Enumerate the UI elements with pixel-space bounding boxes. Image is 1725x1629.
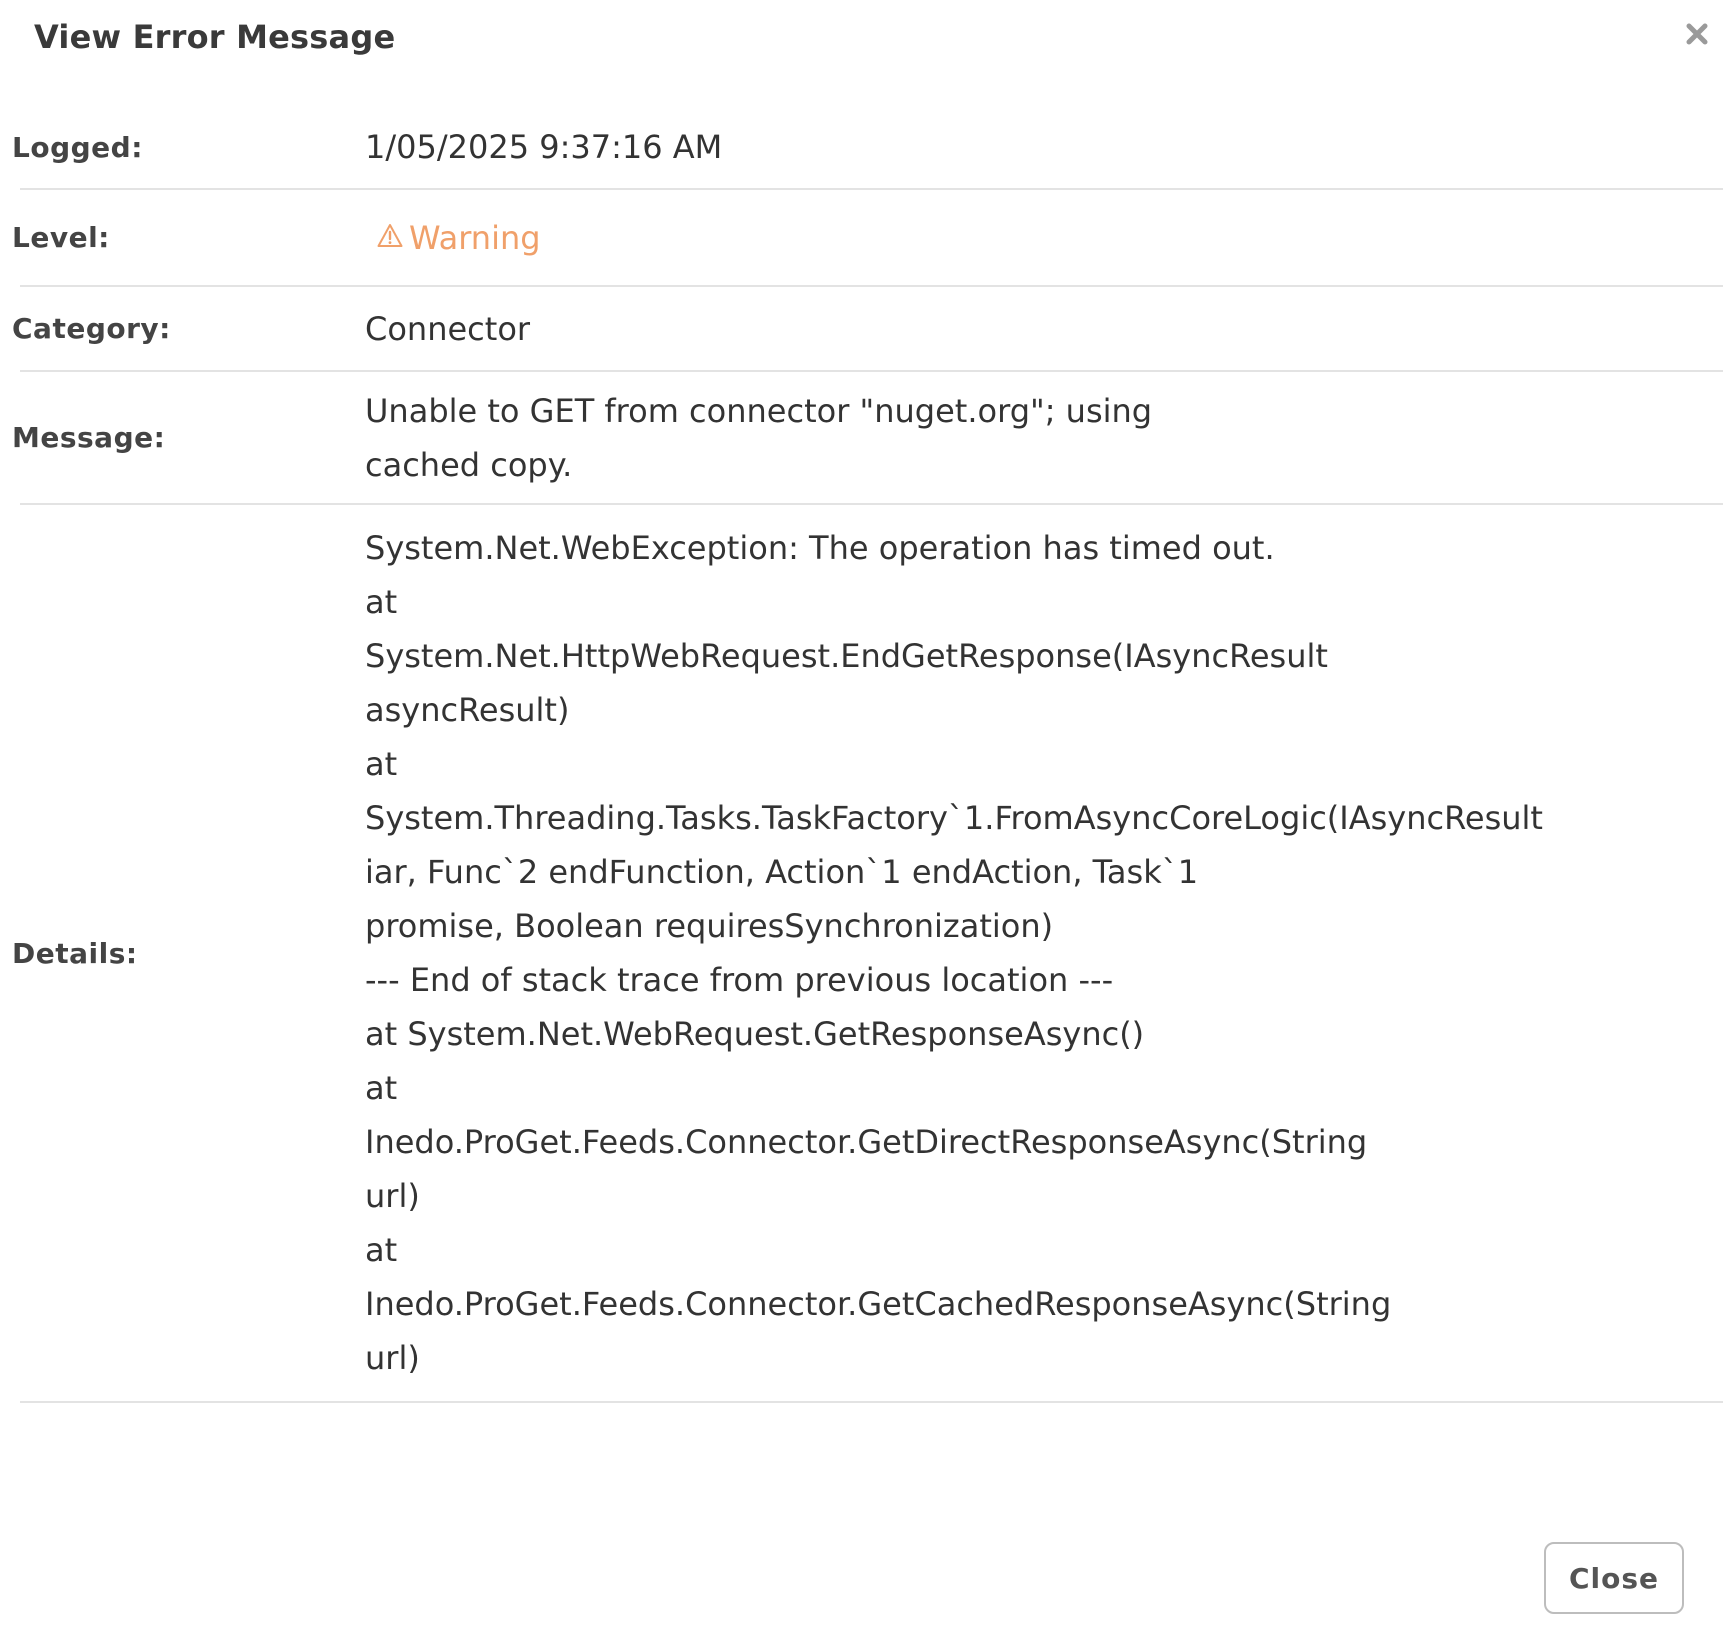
stack-trace-line: at System.Net.WebRequest.GetResponseAsyn… xyxy=(365,1015,1145,1053)
stack-trace-line: --- End of stack trace from previous loc… xyxy=(365,961,1114,999)
category-label: Category: xyxy=(12,312,171,345)
details-value: System.Net.WebException: The operation h… xyxy=(365,521,1723,1385)
dialog-title: View Error Message xyxy=(34,18,396,56)
message-value: Unable to GET from connector "nuget.org"… xyxy=(365,391,1153,484)
logged-value: 1/05/2025 9:37:16 AM xyxy=(365,128,723,166)
stack-trace-line: at xyxy=(365,1231,398,1269)
stack-trace-line: System.Threading.Tasks.TaskFactory`1.Fro… xyxy=(365,799,1543,837)
stack-trace-line: at xyxy=(365,745,398,783)
stack-trace-line: System.Net.WebException: The operation h… xyxy=(365,529,1275,567)
stack-trace-line: Inedo.ProGet.Feeds.Connector.GetDirectRe… xyxy=(365,1123,1368,1161)
error-details-table: Logged: 1/05/2025 9:37:16 AM Level: Warn… xyxy=(12,106,1723,1403)
stack-trace-line: iar, Func`2 endFunction, Action`1 endAct… xyxy=(365,853,1199,891)
stack-trace-line: Inedo.ProGet.Feeds.Connector.GetCachedRe… xyxy=(365,1285,1392,1323)
row-logged: Logged: 1/05/2025 9:37:16 AM xyxy=(12,106,1723,190)
level-value-cell: Warning xyxy=(365,211,1723,265)
stack-trace-line: asyncResult) xyxy=(365,691,570,729)
level-value: Warning xyxy=(409,218,541,257)
row-level: Level: Warning xyxy=(12,190,1723,287)
warning-triangle-icon xyxy=(377,211,409,265)
row-category: Category: Connector xyxy=(12,287,1723,372)
logged-label: Logged: xyxy=(12,130,143,164)
stack-trace-line: at xyxy=(365,1069,398,1107)
row-message: Message: Unable to GET from connector "n… xyxy=(12,372,1723,505)
stack-trace-line: at xyxy=(365,583,398,621)
row-details: Details: System.Net.WebException: The op… xyxy=(12,505,1723,1403)
stack-trace-line: url) xyxy=(365,1177,420,1215)
details-label: Details: xyxy=(12,936,138,970)
level-badge: Warning xyxy=(377,211,541,265)
stack-trace-line: url) xyxy=(365,1339,420,1377)
close-button[interactable]: Close xyxy=(1544,1542,1684,1614)
message-label: Message: xyxy=(12,421,166,454)
level-label: Level: xyxy=(12,221,110,254)
close-icon[interactable] xyxy=(1683,20,1711,48)
stack-trace-line: System.Net.HttpWebRequest.EndGetResponse… xyxy=(365,637,1328,675)
category-value: Connector xyxy=(365,309,531,348)
stack-trace-line: promise, Boolean requiresSynchronization… xyxy=(365,907,1054,945)
